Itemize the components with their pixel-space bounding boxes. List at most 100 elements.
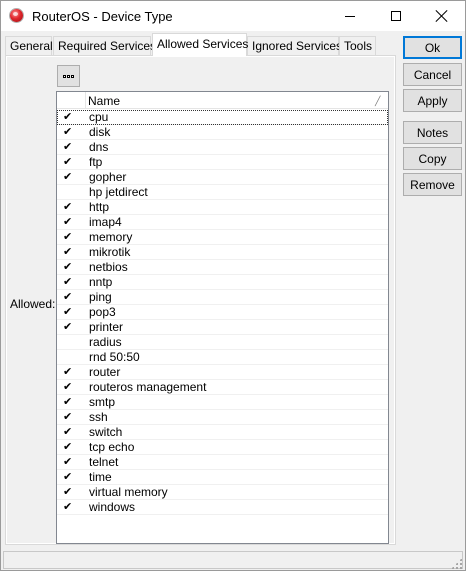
service-name: radius	[89, 335, 122, 349]
check-column-header[interactable]	[57, 92, 86, 109]
allowed-services-list[interactable]: Name ╱ ✔ cpu ✔ disk ✔ dns ✔ ftp ✔ gopher hp jetdir…	[56, 91, 389, 544]
service-name: hp jetdirect	[89, 185, 148, 199]
checkmark-icon[interactable]: ✔	[63, 380, 73, 394]
list-item[interactable]: hp jetdirect	[57, 185, 388, 200]
copy-button[interactable]: Copy	[403, 147, 462, 170]
list-item[interactable]: ✔ windows	[57, 500, 388, 515]
list-item[interactable]: ✔ disk	[57, 125, 388, 140]
checkmark-icon[interactable]: ✔	[63, 440, 73, 454]
list-item[interactable]: ✔ routeros management	[57, 380, 388, 395]
checkmark-icon[interactable]: ✔	[63, 140, 73, 154]
checkmark-icon[interactable]: ✔	[63, 245, 73, 259]
list-item[interactable]: ✔ router	[57, 365, 388, 380]
ellipsis-icon	[71, 74, 74, 78]
tab-required-services[interactable]: Required Services	[53, 36, 156, 55]
list-item[interactable]: ✔ nntp	[57, 275, 388, 290]
status-bar	[3, 551, 463, 569]
checkmark-icon[interactable]: ✔	[63, 455, 73, 469]
list-item[interactable]: ✔ imap4	[57, 215, 388, 230]
window-title: RouterOS - Device Type	[32, 9, 173, 24]
checkmark-icon[interactable]: ✔	[63, 215, 73, 229]
ellipsis-icon	[63, 74, 66, 78]
checkmark-icon[interactable]: ✔	[63, 275, 73, 289]
allowed-label: Allowed:	[10, 297, 56, 311]
minimize-button[interactable]	[327, 1, 373, 31]
maximize-icon	[391, 11, 401, 21]
close-icon	[435, 9, 449, 23]
list-header: Name ╱	[57, 92, 388, 109]
list-item[interactable]: ✔ ftp	[57, 155, 388, 170]
service-name: ftp	[89, 155, 103, 169]
service-name: memory	[89, 230, 133, 244]
list-item[interactable]: ✔ http	[57, 200, 388, 215]
list-item[interactable]: radius	[57, 335, 388, 350]
list-item[interactable]: ✔ ssh	[57, 410, 388, 425]
checkmark-icon[interactable]: ✔	[63, 395, 73, 409]
notes-button[interactable]: Notes	[403, 121, 462, 144]
list-item[interactable]: ✔ smtp	[57, 395, 388, 410]
list-item[interactable]: ✔ telnet	[57, 455, 388, 470]
checkmark-icon[interactable]: ✔	[63, 470, 73, 484]
ellipsis-icon	[67, 74, 70, 78]
list-item[interactable]: ✔ memory	[57, 230, 388, 245]
list-item[interactable]: ✔ virtual memory	[57, 485, 388, 500]
service-name: http	[89, 200, 110, 214]
close-button[interactable]	[419, 1, 465, 31]
checkmark-icon[interactable]: ✔	[63, 110, 73, 124]
service-name: mikrotik	[89, 245, 131, 259]
service-name: rnd 50:50	[89, 350, 140, 364]
sort-indicator-icon: ╱	[375, 96, 381, 106]
list-item[interactable]: ✔ pop3	[57, 305, 388, 320]
list-item[interactable]: ✔ switch	[57, 425, 388, 440]
list-item[interactable]: ✔ time	[57, 470, 388, 485]
list-item[interactable]: ✔ cpu	[57, 110, 388, 125]
apply-button[interactable]: Apply	[403, 89, 462, 112]
checkmark-icon[interactable]: ✔	[63, 125, 73, 139]
cancel-button[interactable]: Cancel	[403, 63, 462, 86]
checkmark-icon[interactable]: ✔	[63, 320, 73, 334]
checkmark-icon[interactable]: ✔	[63, 305, 73, 319]
tab-allowed-services[interactable]: Allowed Services	[152, 33, 248, 56]
list-item[interactable]: ✔ printer	[57, 320, 388, 335]
checkmark-icon[interactable]: ✔	[63, 170, 73, 184]
list-item[interactable]: ✔ mikrotik	[57, 245, 388, 260]
service-name: telnet	[89, 455, 119, 469]
service-name: routeros management	[89, 380, 207, 394]
title-bar[interactable]: RouterOS - Device Type	[1, 1, 465, 31]
service-name: disk	[89, 125, 111, 139]
tab-general[interactable]: General	[5, 36, 53, 55]
checkmark-icon[interactable]: ✔	[63, 155, 73, 169]
list-item[interactable]: ✔ dns	[57, 140, 388, 155]
checkmark-icon[interactable]: ✔	[63, 485, 73, 499]
list-item[interactable]: ✔ tcp echo	[57, 440, 388, 455]
routeros-app-icon[interactable]	[10, 9, 23, 22]
more-options-button[interactable]	[57, 65, 80, 87]
service-name: switch	[89, 425, 123, 439]
service-name: tcp echo	[89, 440, 135, 454]
maximize-button[interactable]	[373, 1, 419, 31]
tab-ignored-services[interactable]: Ignored Services	[247, 36, 342, 55]
checkmark-icon[interactable]: ✔	[63, 290, 73, 304]
service-name: imap4	[89, 215, 122, 229]
service-name: virtual memory	[89, 485, 168, 499]
service-name: netbios	[89, 260, 128, 274]
tab-tools[interactable]: Tools	[339, 36, 376, 55]
ok-button[interactable]: Ok	[403, 36, 462, 59]
checkmark-icon[interactable]: ✔	[63, 425, 73, 439]
checkmark-icon[interactable]: ✔	[63, 500, 73, 514]
list-rows: ✔ cpu ✔ disk ✔ dns ✔ ftp ✔ gopher hp jetdirect ✔ htt…	[57, 110, 388, 515]
remove-button[interactable]: Remove	[403, 173, 462, 196]
service-name: windows	[89, 500, 136, 514]
list-item[interactable]: rnd 50:50	[57, 350, 388, 365]
checkmark-icon[interactable]: ✔	[63, 200, 73, 214]
checkmark-icon[interactable]: ✔	[63, 260, 73, 274]
checkmark-icon[interactable]: ✔	[63, 365, 73, 379]
list-item[interactable]: ✔ gopher	[57, 170, 388, 185]
checkmark-icon[interactable]: ✔	[63, 230, 73, 244]
name-column-header[interactable]: Name	[88, 94, 120, 108]
checkmark-icon[interactable]: ✔	[63, 410, 73, 424]
list-item[interactable]: ✔ netbios	[57, 260, 388, 275]
service-name: dns	[89, 140, 109, 154]
list-item[interactable]: ✔ ping	[57, 290, 388, 305]
service-name: printer	[89, 320, 124, 334]
